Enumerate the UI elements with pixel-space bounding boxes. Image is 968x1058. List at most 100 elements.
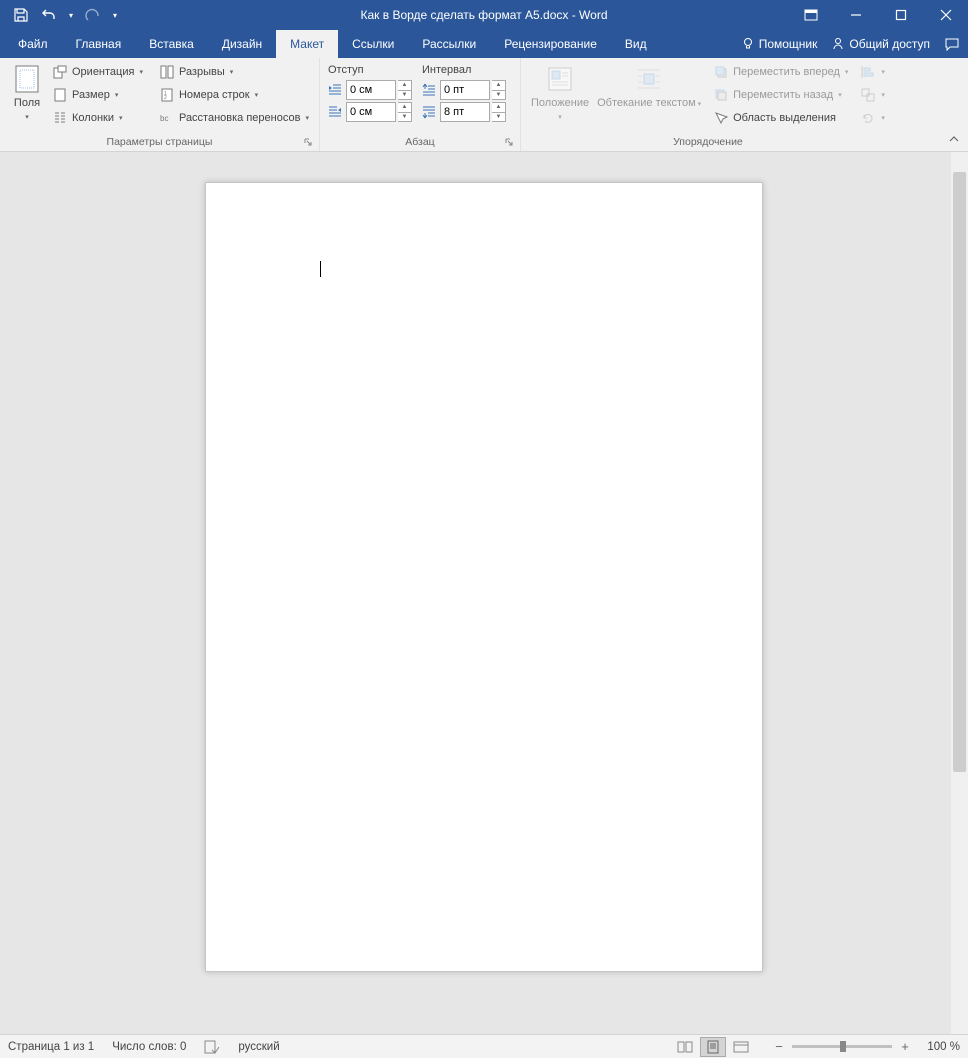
indent-left-input[interactable] (346, 80, 396, 100)
indent-right-spinner[interactable]: ▲▼ (398, 102, 412, 122)
selection-pane-icon (713, 110, 729, 126)
word-count-status[interactable]: Число слов: 0 (112, 1041, 186, 1053)
size-label: Размер (72, 89, 110, 101)
space-before-input[interactable] (440, 80, 490, 100)
rotate-button[interactable]: ▾ (856, 107, 889, 129)
web-layout-button[interactable] (728, 1037, 754, 1057)
read-mode-icon (677, 1041, 693, 1053)
close-button[interactable] (923, 0, 968, 30)
group-paragraph: Отступ ▲▼ ▲▼ Интервал ▲▼ (320, 58, 521, 151)
print-layout-icon (706, 1040, 720, 1054)
size-button[interactable]: Размер▾ (48, 84, 147, 106)
maximize-button[interactable] (878, 0, 923, 30)
columns-icon (52, 110, 68, 126)
minimize-icon (850, 9, 862, 21)
position-label: Положение (531, 97, 589, 109)
document-title: Как в Ворде сделать формат A5.docx - Wor… (360, 8, 607, 22)
orientation-icon (52, 64, 68, 80)
tab-references[interactable]: Ссылки (338, 30, 408, 58)
space-after-button[interactable] (420, 103, 438, 121)
zoom-controls: − + 100 % (772, 1040, 960, 1054)
zoom-slider-thumb[interactable] (840, 1041, 846, 1052)
tab-mailings[interactable]: Рассылки (408, 30, 490, 58)
page-number-status[interactable]: Страница 1 из 1 (8, 1041, 94, 1053)
undo-button[interactable] (36, 2, 62, 28)
indent-header: Отступ (326, 61, 412, 79)
redo-icon (85, 7, 101, 23)
share-label: Общий доступ (849, 37, 930, 51)
tab-design[interactable]: Дизайн (208, 30, 276, 58)
columns-button[interactable]: Колонки▾ (48, 107, 147, 129)
margins-button[interactable]: Поля▾ (6, 61, 48, 124)
read-mode-button[interactable] (672, 1037, 698, 1057)
group-icon (860, 87, 876, 103)
language-status[interactable]: русский (238, 1041, 279, 1053)
launcher-icon (303, 137, 313, 147)
line-numbers-button[interactable]: 12 Номера строк▾ (155, 84, 313, 106)
wrap-text-button[interactable]: Обтекание текстом ▾ (593, 61, 705, 111)
space-after-input[interactable] (440, 102, 490, 122)
tell-me-label: Помощник (759, 37, 818, 51)
collapse-ribbon-button[interactable] (946, 131, 962, 147)
wrap-text-icon (634, 64, 664, 94)
indent-right-button[interactable] (326, 103, 344, 121)
tab-layout[interactable]: Макет (276, 30, 338, 58)
space-before-spinner[interactable]: ▲▼ (492, 80, 506, 100)
paragraph-launcher[interactable] (504, 137, 516, 149)
group-arrange: Положение▾ Обтекание текстом ▾ Перемести… (521, 58, 895, 151)
tab-view[interactable]: Вид (611, 30, 661, 58)
indent-right-input[interactable] (346, 102, 396, 122)
spell-check-status[interactable] (204, 1040, 220, 1054)
ribbon-display-options[interactable] (788, 0, 833, 30)
zoom-out-button[interactable]: − (772, 1040, 786, 1054)
undo-dropdown[interactable]: ▾ (64, 2, 78, 28)
vertical-scrollbar[interactable] (951, 152, 968, 1034)
hyphenation-button[interactable]: bc Расстановка переносов▾ (155, 107, 313, 129)
position-button[interactable]: Положение▾ (527, 61, 593, 124)
document-page[interactable] (205, 182, 763, 972)
group-objects-button[interactable]: ▾ (856, 84, 889, 106)
tab-review[interactable]: Рецензирование (490, 30, 611, 58)
tab-file[interactable]: Файл (4, 30, 62, 58)
tab-insert[interactable]: Вставка (135, 30, 208, 58)
margins-label: Поля (14, 97, 40, 109)
space-after-icon (421, 104, 437, 120)
tell-me-button[interactable]: Помощник (741, 37, 818, 51)
spell-check-icon (204, 1040, 220, 1054)
save-icon (13, 7, 29, 23)
zoom-in-button[interactable]: + (898, 1040, 912, 1054)
indent-left-spinner[interactable]: ▲▼ (398, 80, 412, 100)
columns-label: Колонки (72, 112, 114, 124)
selection-pane-label: Область выделения (733, 112, 836, 124)
qat-customize[interactable]: ▾ (108, 2, 122, 28)
redo-button[interactable] (80, 2, 106, 28)
send-backward-button[interactable]: Переместить назад▾ (709, 84, 852, 106)
send-backward-label: Переместить назад (733, 89, 833, 101)
space-after-spinner[interactable]: ▲▼ (492, 102, 506, 122)
view-buttons (672, 1037, 754, 1057)
zoom-slider[interactable] (792, 1045, 892, 1048)
bring-forward-label: Переместить вперед (733, 66, 840, 78)
save-button[interactable] (8, 2, 34, 28)
selection-pane-button[interactable]: Область выделения (709, 107, 852, 129)
zoom-level[interactable]: 100 % (918, 1041, 960, 1053)
document-area (0, 152, 968, 1034)
comments-button[interactable] (944, 36, 960, 52)
align-button[interactable]: ▾ (856, 61, 889, 83)
print-layout-button[interactable] (700, 1037, 726, 1057)
page-setup-launcher[interactable] (303, 137, 315, 149)
share-button[interactable]: Общий доступ (831, 37, 930, 51)
svg-text:2: 2 (164, 95, 167, 101)
spacing-header: Интервал (420, 61, 506, 79)
orientation-button[interactable]: Ориентация▾ (48, 61, 147, 83)
breaks-button[interactable]: Разрывы▾ (155, 61, 313, 83)
space-before-button[interactable] (420, 81, 438, 99)
scrollbar-thumb[interactable] (953, 172, 966, 772)
indent-left-button[interactable] (326, 81, 344, 99)
group-page-setup: Поля▾ Ориентация▾ Размер▾ Колонки▾ (0, 58, 320, 151)
ribbon-options-icon (804, 8, 818, 22)
minimize-button[interactable] (833, 0, 878, 30)
bring-forward-button[interactable]: Переместить вперед▾ (709, 61, 852, 83)
group-arrange-label: Упорядочение (673, 136, 743, 148)
tab-home[interactable]: Главная (62, 30, 136, 58)
